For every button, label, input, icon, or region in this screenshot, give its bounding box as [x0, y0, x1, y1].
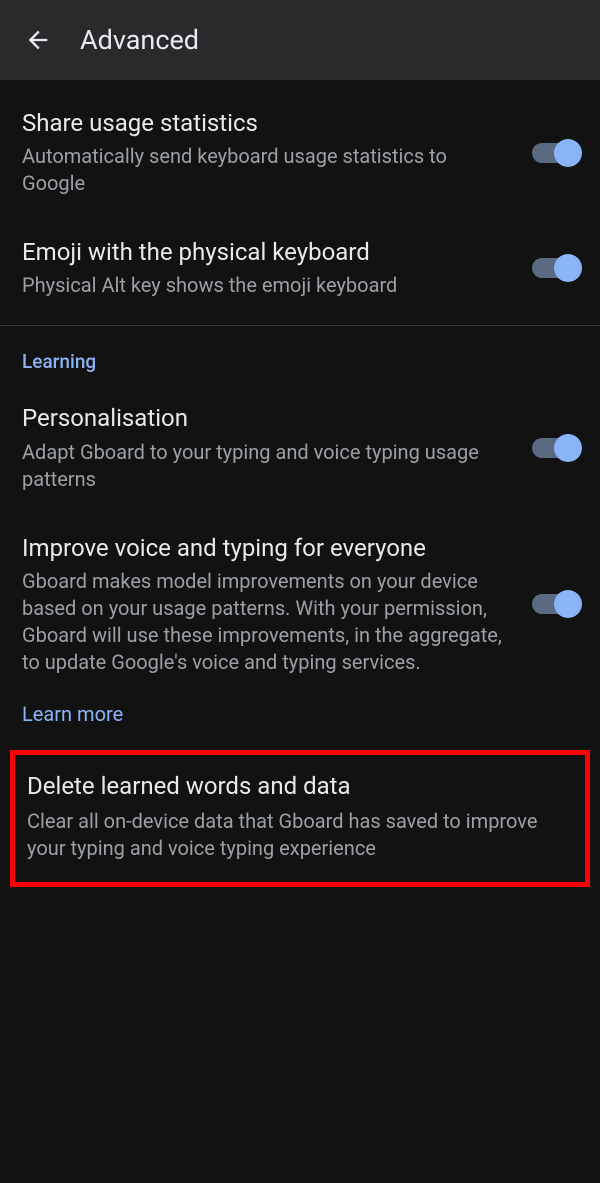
- share-usage-statistics-item[interactable]: Share usage statistics Automatically sen…: [0, 88, 600, 217]
- improve-voice-toggle[interactable]: [532, 594, 578, 614]
- delete-learned-words-item[interactable]: Delete learned words and data Clear all …: [10, 750, 590, 887]
- setting-text: Share usage statistics Automatically sen…: [22, 108, 532, 197]
- back-arrow-icon: [24, 26, 52, 54]
- setting-text: Emoji with the physical keyboard Physica…: [22, 237, 532, 299]
- setting-text: Improve voice and typing for everyone Gb…: [22, 533, 532, 676]
- page-title: Advanced: [80, 24, 199, 56]
- share-usage-toggle[interactable]: [532, 143, 578, 163]
- learning-section-header: Learning: [0, 332, 600, 383]
- setting-subtitle: Clear all on-device data that Gboard has…: [27, 808, 573, 862]
- setting-title: Improve voice and typing for everyone: [22, 533, 512, 564]
- setting-text: Personalisation Adapt Gboard to your typ…: [22, 403, 532, 492]
- toggle-knob-icon: [554, 254, 582, 282]
- setting-subtitle: Adapt Gboard to your typing and voice ty…: [22, 439, 512, 493]
- setting-title: Personalisation: [22, 403, 512, 434]
- setting-subtitle: Gboard makes model improvements on your …: [22, 568, 512, 676]
- setting-title: Emoji with the physical keyboard: [22, 237, 512, 268]
- divider: [0, 325, 600, 326]
- setting-title: Delete learned words and data: [27, 771, 573, 802]
- setting-subtitle: Automatically send keyboard usage statis…: [22, 143, 512, 197]
- learn-more-link[interactable]: Learn more: [0, 696, 600, 744]
- back-button[interactable]: [18, 20, 58, 60]
- settings-content: Share usage statistics Automatically sen…: [0, 80, 600, 887]
- setting-subtitle: Physical Alt key shows the emoji keyboar…: [22, 272, 512, 299]
- toggle-knob-icon: [554, 590, 582, 618]
- personalisation-item[interactable]: Personalisation Adapt Gboard to your typ…: [0, 383, 600, 512]
- emoji-physical-keyboard-item[interactable]: Emoji with the physical keyboard Physica…: [0, 217, 600, 319]
- app-header: Advanced: [0, 0, 600, 80]
- setting-title: Share usage statistics: [22, 108, 512, 139]
- toggle-knob-icon: [554, 139, 582, 167]
- emoji-physical-toggle[interactable]: [532, 258, 578, 278]
- personalisation-toggle[interactable]: [532, 438, 578, 458]
- toggle-knob-icon: [554, 434, 582, 462]
- improve-voice-typing-item[interactable]: Improve voice and typing for everyone Gb…: [0, 513, 600, 696]
